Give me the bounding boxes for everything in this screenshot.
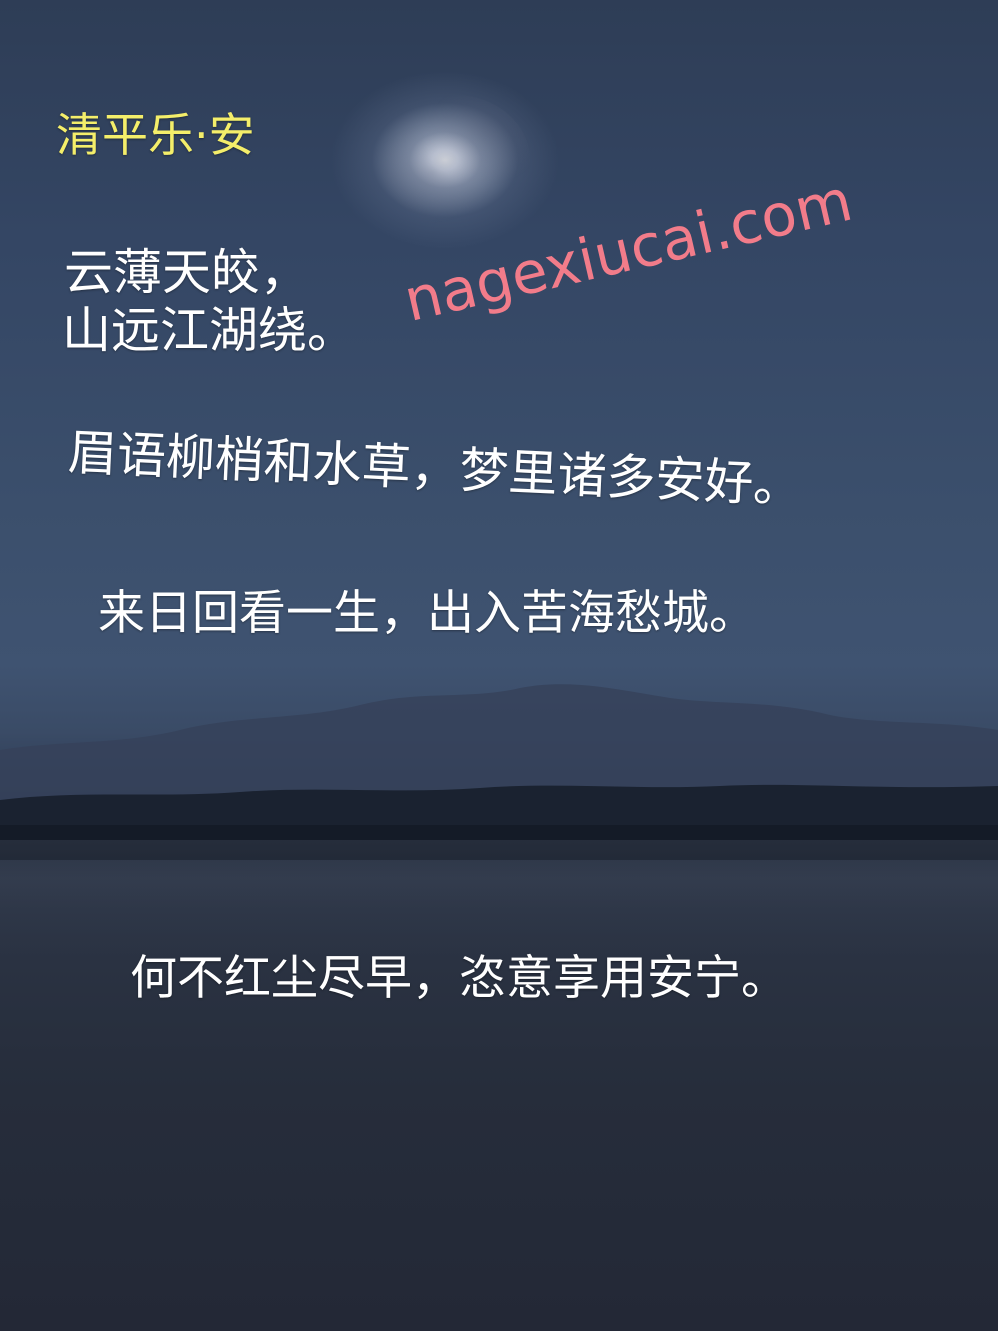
poem-title: 清平乐·安 xyxy=(56,108,255,162)
poem-line-1: 云薄天皎， xyxy=(64,244,310,301)
poem-line-2: 山远江湖绕。 xyxy=(62,302,357,359)
mountain-silhouette xyxy=(0,684,998,860)
poem-line-3: 眉语柳梢和水草，梦里诸多安好。 xyxy=(66,424,804,515)
night-scene-photo: 清平乐·安 云薄天皎， 山远江湖绕。 nagexiucai.com 眉语柳梢和水… xyxy=(0,0,998,1331)
poem-line-5: 何不红尘尽早，恣意享用安宁。 xyxy=(130,951,788,1006)
poem-line-4: 来日回看一生，出入苦海愁城。 xyxy=(98,586,756,641)
moon-clouds xyxy=(380,95,530,225)
river-water xyxy=(0,840,998,960)
